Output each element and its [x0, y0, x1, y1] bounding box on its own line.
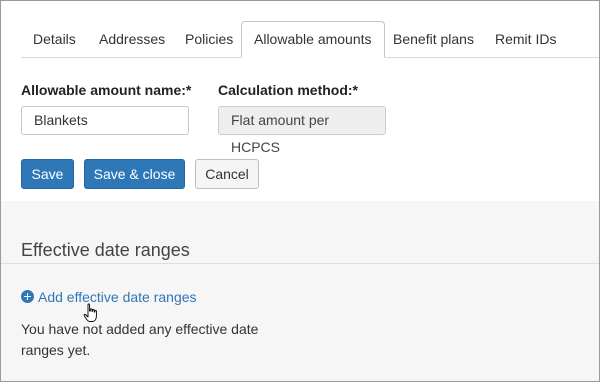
save-button[interactable]: Save: [21, 159, 74, 189]
tab-policies[interactable]: Policies: [173, 21, 245, 56]
cancel-button[interactable]: Cancel: [195, 159, 259, 189]
hand-cursor-icon: [83, 303, 97, 322]
add-effective-date-ranges-link[interactable]: Add effective date ranges: [21, 289, 197, 307]
tab-bar: Details Addresses Policies Allowable amo…: [21, 21, 599, 58]
form-panel: Details Addresses Policies Allowable amo…: [1, 1, 599, 201]
app-frame: Details Addresses Policies Allowable amo…: [0, 0, 600, 382]
tab-benefit-plans[interactable]: Benefit plans: [381, 21, 486, 56]
section-title: Effective date ranges: [21, 240, 190, 260]
tab-details[interactable]: Details: [21, 21, 88, 56]
tab-addresses[interactable]: Addresses: [87, 21, 177, 56]
tab-remit-ids[interactable]: Remit IDs: [483, 21, 568, 56]
allowable-amount-name-input[interactable]: Blankets: [21, 106, 189, 135]
empty-state-message: You have not added any effective date ra…: [21, 321, 259, 358]
section-divider: [1, 263, 599, 264]
plus-circle-icon: [21, 290, 34, 303]
save-and-close-button[interactable]: Save & close: [84, 159, 185, 189]
add-link-label: Add effective date ranges: [38, 289, 197, 305]
tab-allowable-amounts[interactable]: Allowable amounts: [241, 21, 385, 58]
calculation-method-label: Calculation method:*: [218, 82, 359, 98]
allowable-amount-name-label: Allowable amount name:*: [21, 82, 192, 98]
calculation-method-field: Flat amount per HCPCS: [218, 106, 386, 155]
